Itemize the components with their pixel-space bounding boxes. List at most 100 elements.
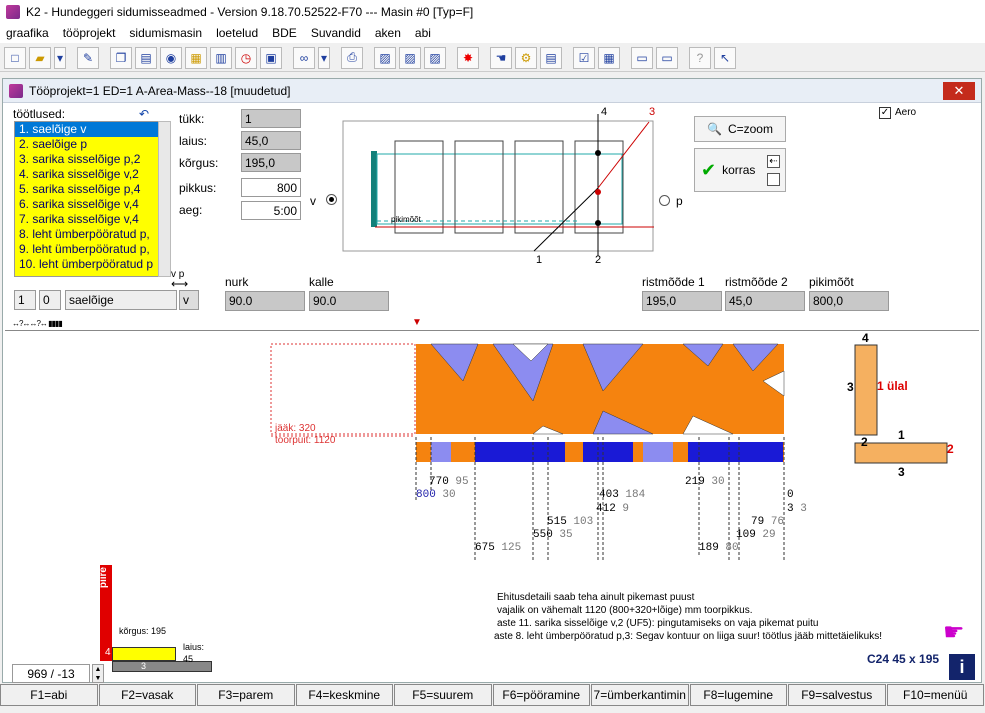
tukk-field[interactable]: 1 <box>241 109 301 128</box>
top-cut <box>431 442 451 462</box>
section-n1: 1 <box>898 428 905 442</box>
zoom-button[interactable]: 🔍 C=zoom <box>694 116 786 142</box>
clock-icon[interactable]: ◷ <box>235 46 257 69</box>
print-icon[interactable]: ⎙ <box>341 46 363 69</box>
help-pointer-icon[interactable]: ↖ <box>714 46 736 69</box>
help-icon[interactable]: ? <box>689 46 711 69</box>
coordinate-field[interactable]: 969 / -13 <box>12 664 90 683</box>
f2-button[interactable]: F2=vasak <box>98 684 196 706</box>
menu-bde[interactable]: BDE <box>272 26 297 40</box>
info-icon[interactable]: i <box>949 654 975 680</box>
korgus-field[interactable]: 195,0 <box>241 153 301 172</box>
menu-suvandid[interactable]: Suvandid <box>311 26 361 40</box>
menu-tooprojekt[interactable]: tööprojekt <box>63 26 116 40</box>
dim-label: 0 <box>787 489 794 501</box>
menu-graafika[interactable]: graafika <box>6 26 49 40</box>
list-item[interactable]: 3. sarika sisselõige p,2 <box>15 152 160 167</box>
pm-field[interactable]: 800,0 <box>809 291 889 311</box>
globe-icon[interactable]: ◉ <box>160 46 182 69</box>
kalle-field[interactable]: 90.0 <box>309 291 389 311</box>
menu-loetelud[interactable]: loetelud <box>216 26 258 40</box>
preview-pikimoot: pikimõõt <box>391 215 422 224</box>
table-icon[interactable]: ▦ <box>598 46 620 69</box>
zoom-label: C=zoom <box>727 122 773 136</box>
laius-field[interactable]: 45,0 <box>241 131 301 150</box>
new-file-icon[interactable]: □ <box>4 46 26 69</box>
star-icon[interactable]: ✸ <box>457 46 479 69</box>
binoculars-icon[interactable]: ∞ <box>293 46 315 69</box>
close-button[interactable]: ✕ <box>943 82 975 100</box>
dropdown-icon-2[interactable]: ▾ <box>318 46 330 69</box>
grid-icon[interactable]: ▦ <box>185 46 207 69</box>
calculator-icon[interactable]: ▥ <box>210 46 232 69</box>
menu-abi[interactable]: abi <box>415 26 431 40</box>
hand-icon[interactable]: ☚ <box>490 46 512 69</box>
menu-aken[interactable]: aken <box>375 26 401 40</box>
aeg-label: aeg: <box>179 203 203 217</box>
save-icon[interactable]: ▨ <box>374 46 396 69</box>
f6-button[interactable]: F6=pööramine <box>492 684 590 706</box>
v-radio[interactable] <box>326 194 337 205</box>
op-name-field[interactable]: saelõige <box>65 290 177 310</box>
f9-button[interactable]: F9=salvestus <box>788 684 886 706</box>
f3-button[interactable]: F3=parem <box>197 684 295 706</box>
list-item[interactable]: 7. sarika sisselõige v,4 <box>15 212 160 227</box>
piire-label: piire <box>98 567 109 589</box>
coordinate-spinner[interactable]: ▲ ▼ <box>92 664 104 683</box>
window-icon[interactable]: ▭ <box>631 46 653 69</box>
report-icon[interactable]: ▣ <box>260 46 282 69</box>
f4-button[interactable]: F4=keskmine <box>295 684 393 706</box>
r2-field[interactable]: 45,0 <box>725 291 805 311</box>
f10-button[interactable]: F10=menüü <box>886 684 984 706</box>
op-side-field[interactable]: 0 <box>39 290 61 310</box>
open-folder-icon[interactable]: ▰ <box>29 46 51 69</box>
dim-label: 770 95 <box>429 476 469 488</box>
list-item[interactable]: 2. saelõige p <box>15 137 160 152</box>
check-icon: ✔ <box>701 159 717 180</box>
list-item[interactable]: 10. leht ümberpööratud p <box>15 257 160 272</box>
gears-icon[interactable]: ⚙ <box>515 46 537 69</box>
save-all-icon[interactable]: ▨ <box>424 46 446 69</box>
message-line: aste 11. sarika sisselõige v,2 (UF5): pi… <box>497 618 819 629</box>
arrow-icon[interactable]: ⇠ <box>767 155 780 168</box>
window-split-icon[interactable]: ▭ <box>656 46 678 69</box>
op-number-field[interactable]: 1 <box>14 290 36 310</box>
list-scrollbar[interactable] <box>158 121 171 277</box>
f7-button[interactable]: 7=ümberkantimin <box>591 684 689 706</box>
op-vp-field[interactable]: v <box>179 290 199 310</box>
machine-icon[interactable]: ▤ <box>540 46 562 69</box>
edit-icon[interactable]: ✎ <box>77 46 99 69</box>
list-item[interactable]: 9. leht ümberpööratud p, <box>15 242 160 257</box>
aero-checkbox[interactable]: ✓ <box>879 107 891 119</box>
list-item[interactable]: 5. sarika sisselõige p,4 <box>15 182 160 197</box>
list-item[interactable]: 4. sarika sisselõige v,2 <box>15 167 160 182</box>
aeg-field[interactable]: 5:00 <box>241 201 301 220</box>
hand-pointer-icon[interactable]: ☛ <box>943 621 975 647</box>
checklist-icon[interactable]: ☑ <box>573 46 595 69</box>
top-cut <box>688 442 783 462</box>
option-checkbox[interactable] <box>767 173 780 186</box>
dropdown-icon[interactable]: ▾ <box>54 46 66 69</box>
f8-button[interactable]: F8=lugemine <box>689 684 787 706</box>
paste-icon[interactable]: ▤ <box>135 46 157 69</box>
list-item[interactable]: 6. sarika sisselõige v,4 <box>15 197 160 212</box>
f1-button[interactable]: F1=abi <box>0 684 98 706</box>
pikkus-label: pikkus: <box>179 181 217 195</box>
list-item[interactable]: 8. leht ümberpööratud p, <box>15 227 160 242</box>
operations-list[interactable]: 1. saelõige v 2. saelõige p 3. sarika si… <box>14 121 161 277</box>
list-item[interactable]: 1. saelõige v <box>15 122 160 137</box>
undo-icon[interactable]: ↶ <box>139 107 149 121</box>
ruler-icons[interactable]: ↔?↔↔?↔ ▮▮▮▮ <box>12 319 108 329</box>
dim-label: 3 3 <box>787 503 807 515</box>
r1-field[interactable]: 195,0 <box>642 291 722 311</box>
nurk-field[interactable]: 90.0 <box>225 291 305 311</box>
pikkus-field[interactable]: 800 <box>241 178 301 197</box>
top-cut <box>583 442 633 462</box>
doc-icon <box>9 83 23 98</box>
copy-icon[interactable]: ❐ <box>110 46 132 69</box>
menu-sidumismasin[interactable]: sidumismasin <box>129 26 202 40</box>
f5-button[interactable]: F5=suurem <box>394 684 492 706</box>
save-as-icon[interactable]: ▨ <box>399 46 421 69</box>
menu-bar: graafika tööprojekt sidumismasin loetelu… <box>0 23 985 43</box>
preview-num-3: 3 <box>649 106 655 118</box>
